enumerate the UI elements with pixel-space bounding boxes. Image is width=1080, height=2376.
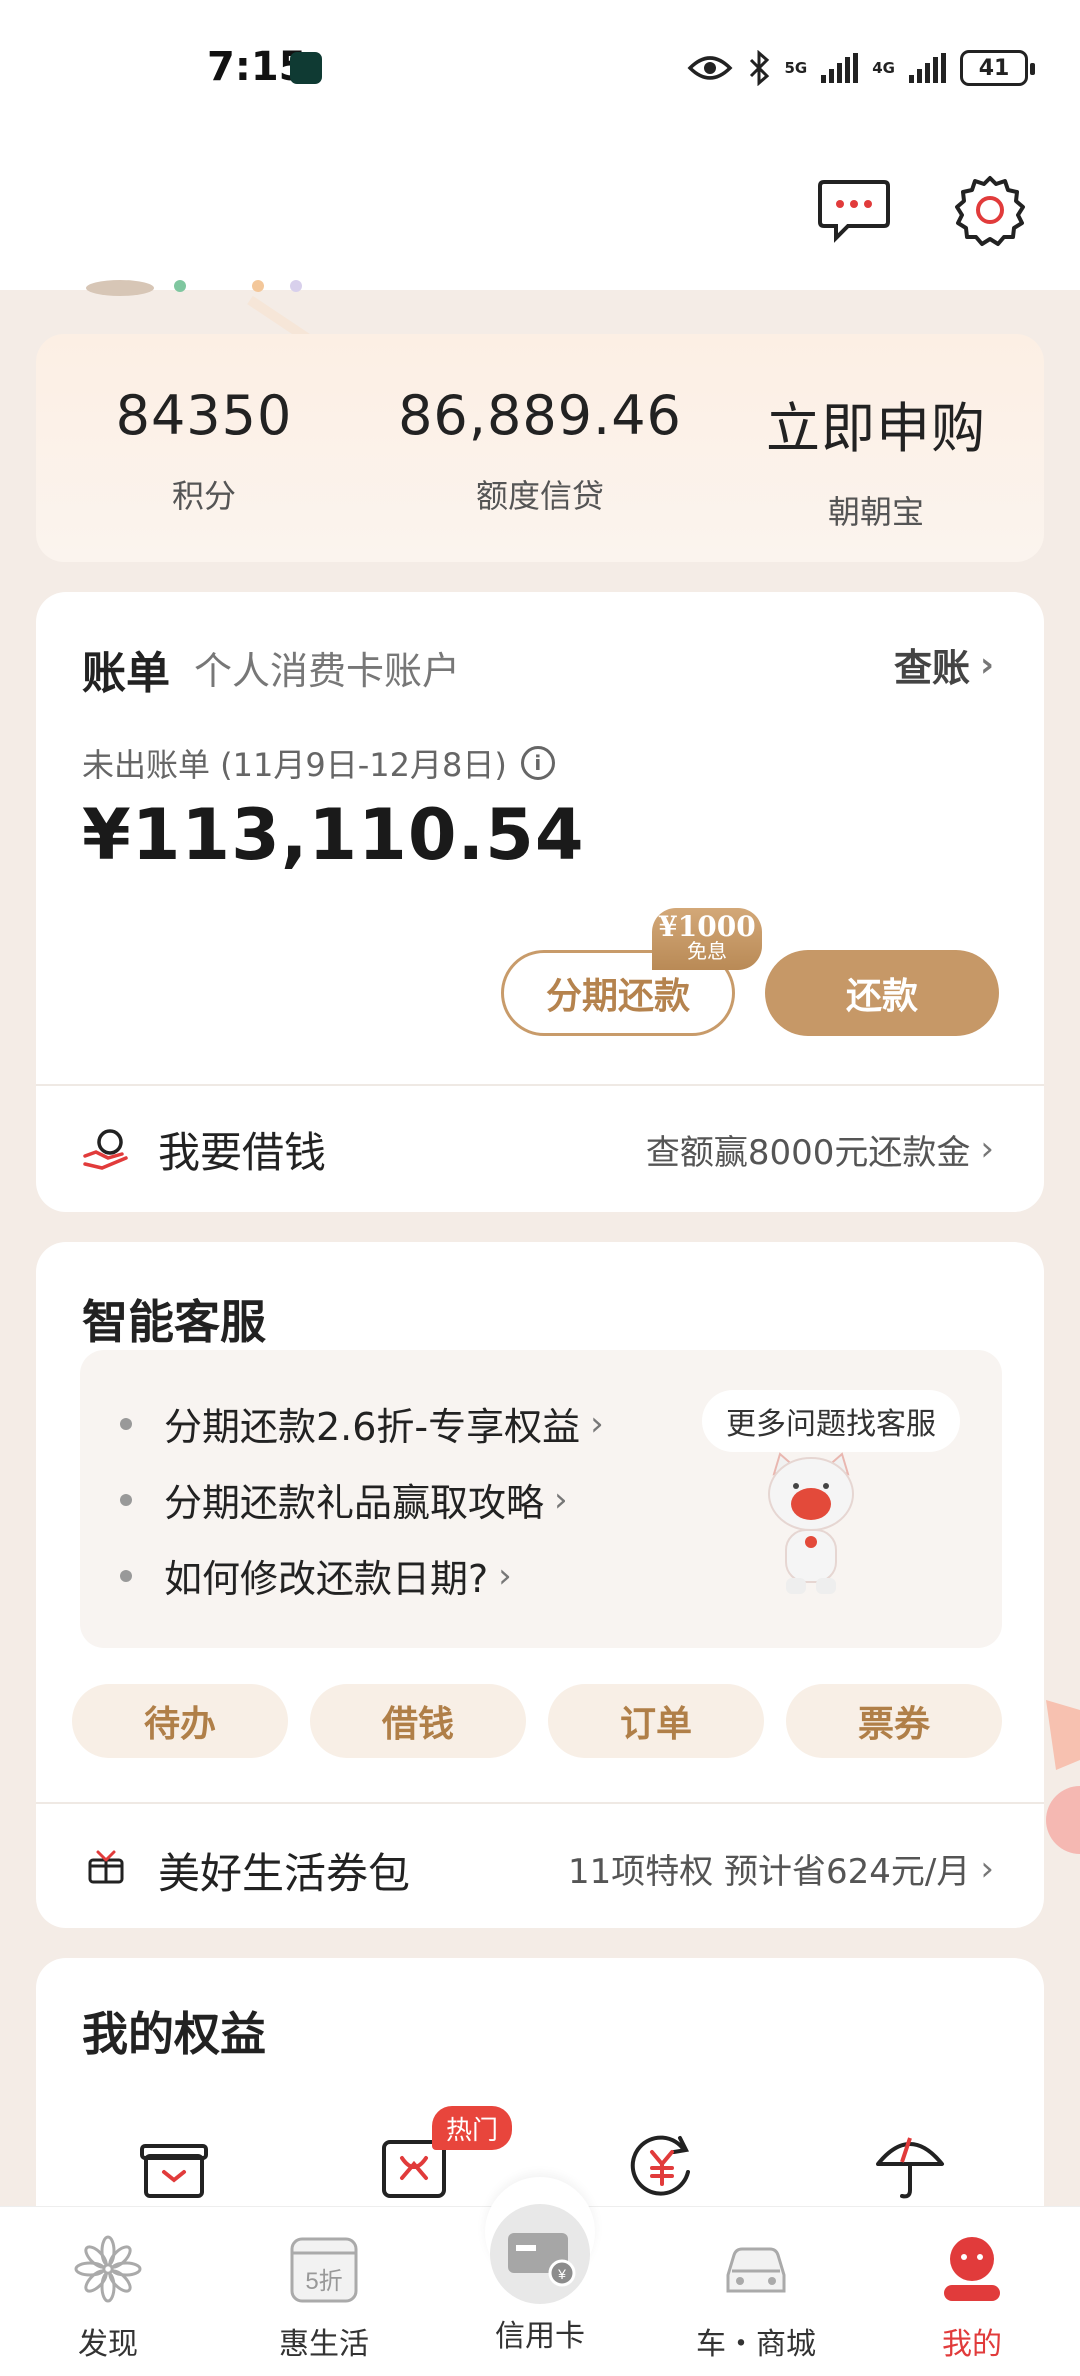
- borrow-button[interactable]: 借钱: [310, 1684, 526, 1758]
- bill-account-type: 个人消费卡账户: [194, 649, 461, 693]
- hand-money-icon: [83, 1129, 128, 1170]
- repay-button[interactable]: 还款: [765, 950, 999, 1036]
- nav-discover-label: 发现: [78, 2327, 138, 2362]
- my-rights-title: 我的权益: [82, 2007, 266, 2061]
- subscribe-now-text: 立即申购: [766, 397, 986, 460]
- coupon-promo-text: 11项特权 预计省624元/月: [567, 1852, 971, 1892]
- nav-credit-card-label: 信用卡: [495, 2319, 585, 2354]
- nav-car-mall[interactable]: 车・商城: [676, 2207, 836, 2376]
- nav-car-mall-label: 车・商城: [696, 2327, 816, 2362]
- chat-bubble-icon[interactable]: [814, 170, 894, 250]
- nav-credit-card[interactable]: ¥ 信用卡: [460, 2204, 620, 2376]
- badge-amount: ¥1000: [658, 910, 756, 943]
- car-icon: [726, 2247, 786, 2293]
- faq-text: 分期还款礼品赢取攻略: [164, 1481, 545, 1525]
- check-bill-link[interactable]: 查账 ›: [894, 637, 994, 692]
- more-help-button[interactable]: 更多问题找客服: [702, 1390, 960, 1452]
- eye-icon: [687, 56, 732, 80]
- borrow-promo: 查额赢8000元还款金 ›: [646, 1125, 994, 1174]
- nav-life-deals[interactable]: 5折 惠生活: [244, 2207, 404, 2376]
- quick-actions: 待办 借钱 订单 票券: [72, 1684, 1002, 1758]
- gift-box-icon[interactable]: [136, 2128, 212, 2204]
- chevron-right-icon: ›: [980, 1129, 994, 1169]
- gear-icon[interactable]: [950, 170, 1030, 250]
- tickets-button[interactable]: 票券: [786, 1684, 1002, 1758]
- status-indicators: 5G 4G 41: [687, 50, 1035, 86]
- network-4g-label: 4G: [872, 58, 895, 77]
- bluetooth-icon: [749, 50, 769, 86]
- faq-text: 如何修改还款日期?: [164, 1557, 489, 1601]
- borrow-money-label: 我要借钱: [158, 1127, 327, 1177]
- unbilled-label: 未出账单 (11月9日-12月8日): [82, 746, 507, 784]
- credit-limit-summary[interactable]: 86,889.46 额度信贷: [372, 334, 708, 562]
- discount-calendar-icon: 5折: [290, 2237, 358, 2303]
- nav-discover[interactable]: 发现: [28, 2207, 188, 2376]
- bill-title: 账单: [82, 648, 170, 699]
- bill-amount: ¥113,110.54: [82, 794, 585, 876]
- faq-item[interactable]: 分期还款礼品赢取攻略 ›: [120, 1472, 568, 1527]
- flower-icon: [74, 2235, 142, 2303]
- profile-icon: [944, 2237, 1000, 2301]
- network-5g-label: 5G: [784, 58, 808, 77]
- signal-strength-icon: [821, 53, 859, 83]
- borrow-promo-text: 查额赢8000元还款金: [645, 1132, 971, 1173]
- status-bar: 7:15 5G 4G 41: [0, 0, 1080, 140]
- app-notification-icon: [290, 52, 322, 84]
- top-header: [0, 140, 1080, 290]
- bullet-dot: [120, 1493, 132, 1506]
- chevron-right-icon: ›: [979, 644, 994, 685]
- nav-mine[interactable]: 我的: [892, 2207, 1052, 2376]
- bill-card: 账单 个人消费卡账户 查账 › 未出账单 (11月9日-12月8日) i ¥11…: [36, 592, 1044, 1212]
- credit-limit-label: 额度信贷: [475, 477, 604, 515]
- coupon-package-label: 美好生活券包: [158, 1849, 411, 1898]
- unbilled-period: 未出账单 (11月9日-12月8日) i: [82, 740, 555, 786]
- cat-mascot-icon[interactable]: [756, 1450, 866, 1600]
- info-icon[interactable]: i: [520, 746, 555, 780]
- chevron-right-icon: ›: [554, 1479, 568, 1520]
- decorative-banner-art: [86, 280, 313, 340]
- nav-mine-label: 我的: [942, 2327, 1002, 2362]
- points-summary[interactable]: 84350 积分: [36, 334, 372, 562]
- borrow-money-row[interactable]: 我要借钱 查额赢8000元还款金 ›: [36, 1086, 1044, 1212]
- floating-decoration: [1046, 1700, 1080, 1854]
- gift-icon: [88, 1850, 124, 1884]
- todo-button[interactable]: 待办: [72, 1684, 288, 1758]
- credit-card-icon: ¥: [490, 2204, 590, 2304]
- battery-icon: 41: [960, 50, 1035, 86]
- bottom-navigation: 发现 5折 惠生活 ¥ 信用卡 车・商城 我的: [0, 2177, 1080, 2376]
- chevron-right-icon: ›: [590, 1403, 604, 1444]
- credit-limit-value: 86,889.46: [398, 384, 682, 447]
- chevron-right-icon: ›: [980, 1848, 994, 1889]
- interest-free-badge: ¥1000 免息: [652, 908, 762, 970]
- chevron-right-icon: ›: [498, 1555, 512, 1596]
- battery-level: 41: [978, 55, 1010, 81]
- faq-box: 分期还款2.6折-专享权益 › 分期还款礼品赢取攻略 › 如何修改还款日期? ›…: [80, 1350, 1002, 1648]
- umbrella-icon[interactable]: [872, 2128, 948, 2204]
- orders-button[interactable]: 订单: [548, 1684, 764, 1758]
- points-label: 积分: [171, 477, 236, 515]
- zhaozhaobao-summary[interactable]: 立即申购 朝朝宝: [708, 334, 1044, 562]
- faq-item[interactable]: 分期还款2.6折-专享权益 ›: [120, 1396, 604, 1451]
- account-summary-card: 84350 积分 86,889.46 额度信贷 立即申购 朝朝宝: [36, 334, 1044, 562]
- faq-item[interactable]: 如何修改还款日期? ›: [120, 1548, 512, 1603]
- points-value: 84350: [115, 384, 293, 447]
- coupon-promo: 11项特权 预计省624元/月 ›: [568, 1844, 994, 1893]
- yuan-cycle-icon[interactable]: [624, 2128, 700, 2204]
- bullet-dot: [120, 1417, 132, 1430]
- coupon-package-row[interactable]: 美好生活券包 11项特权 预计省624元/月 ›: [36, 1802, 1044, 1928]
- badge-text: 免息: [687, 939, 727, 963]
- check-bill-label: 查账: [893, 646, 970, 690]
- smart-service-card: 智能客服 分期还款2.6折-专享权益 › 分期还款礼品赢取攻略 › 如何修改还款…: [36, 1242, 1044, 1928]
- nav-life-deals-label: 惠生活: [279, 2327, 369, 2362]
- hot-badge: 热门: [432, 2106, 512, 2150]
- smart-service-title: 智能客服: [82, 1295, 266, 1349]
- svg-text:¥: ¥: [557, 2266, 566, 2282]
- faq-text: 分期还款2.6折-专享权益: [164, 1405, 581, 1449]
- zhaozhaobao-label: 朝朝宝: [827, 493, 924, 531]
- signal-strength-icon: [909, 53, 946, 83]
- discount-text: 5折: [305, 2268, 342, 2295]
- bullet-dot: [120, 1569, 132, 1582]
